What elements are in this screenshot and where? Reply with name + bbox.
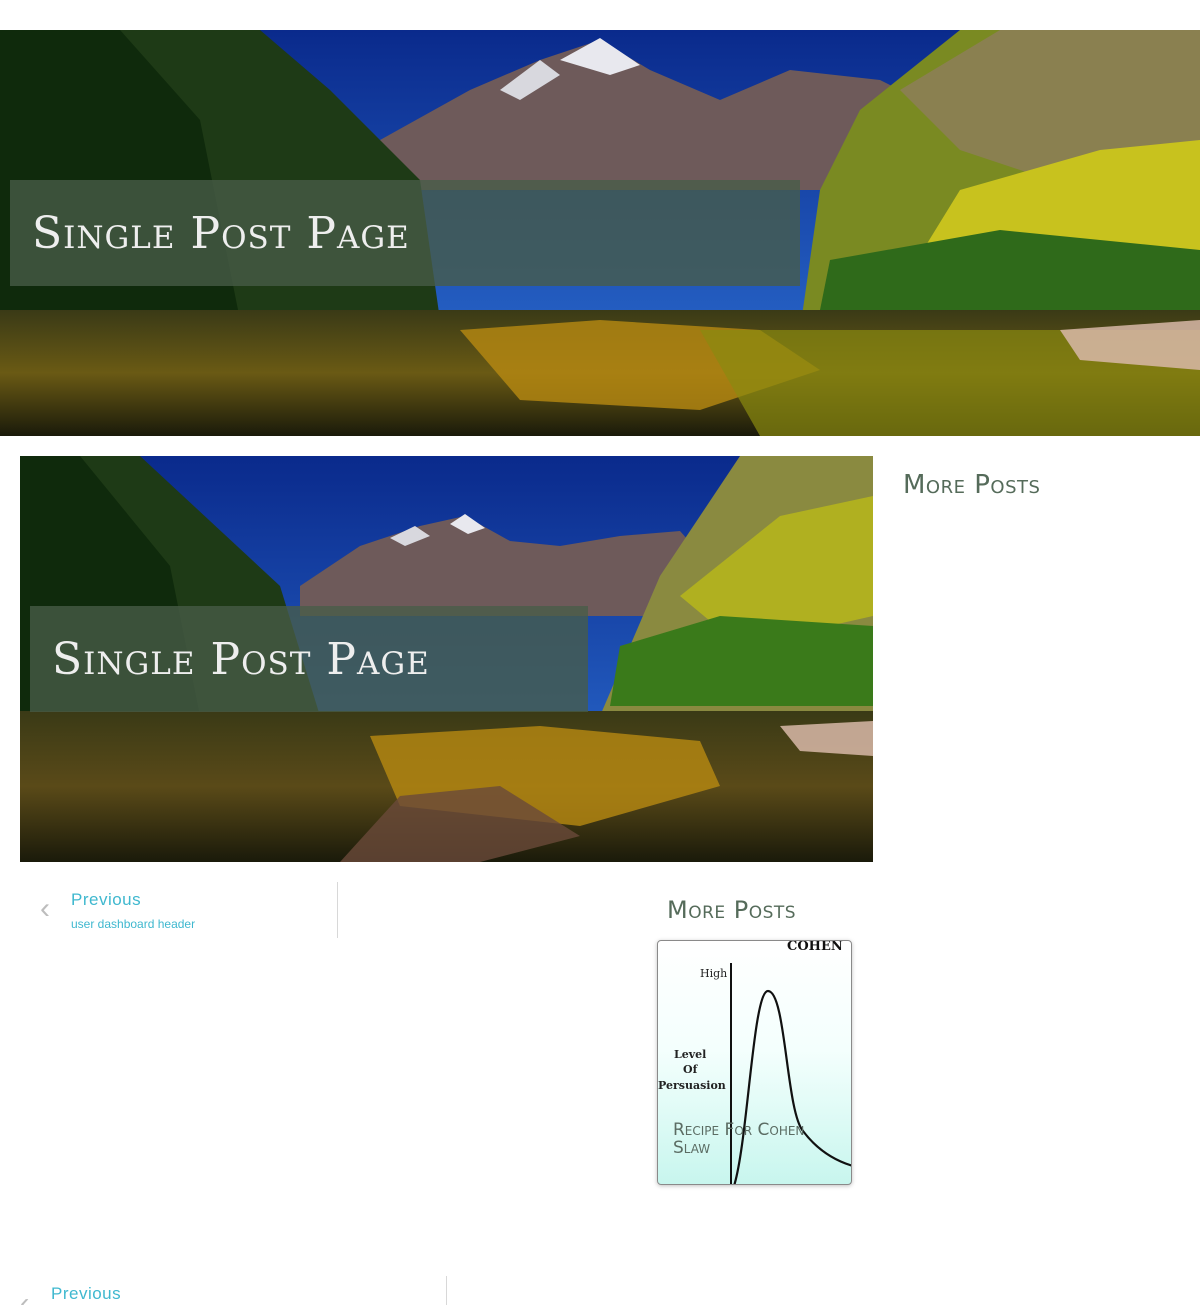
card-y-high-label: High xyxy=(700,967,727,980)
post-featured-image: Single Post Page xyxy=(20,456,873,862)
card-y-label-line1: Level xyxy=(674,1048,706,1061)
more-posts-card-title[interactable]: Recipe For Cohen Slaw xyxy=(673,1121,843,1157)
bottom-post-navigation[interactable]: ‹ Previous xyxy=(20,1276,447,1305)
sidebar-more-posts-heading: More Posts xyxy=(903,470,1041,500)
previous-post-link[interactable]: Previous xyxy=(71,890,141,910)
chevron-left-icon: ‹ xyxy=(40,892,50,925)
chevron-left-icon: ‹ xyxy=(20,1287,30,1305)
card-brand-text: COHEN xyxy=(787,941,843,954)
hero-title: Single Post Page xyxy=(32,207,410,259)
hero-banner: Single Post Page xyxy=(0,30,1200,436)
post-image-title-band: Single Post Page xyxy=(30,606,588,712)
more-posts-heading: More Posts xyxy=(667,896,797,924)
previous-post-title[interactable]: user dashboard header xyxy=(71,917,195,931)
card-y-label-line2: Of xyxy=(683,1063,699,1076)
hero-title-band: Single Post Page xyxy=(10,180,800,286)
card-y-label-line3: Persuasion xyxy=(658,1079,726,1092)
post-image-title: Single Post Page xyxy=(52,633,430,685)
page: Single Post Page Single Post Page More P… xyxy=(0,0,1200,1305)
bottom-previous-link[interactable]: Previous xyxy=(51,1284,121,1304)
post-navigation[interactable]: ‹ Previous user dashboard header xyxy=(40,882,338,938)
more-posts-card[interactable]: COHEN High Level Of Persuasion Recipe Fo… xyxy=(657,940,852,1185)
